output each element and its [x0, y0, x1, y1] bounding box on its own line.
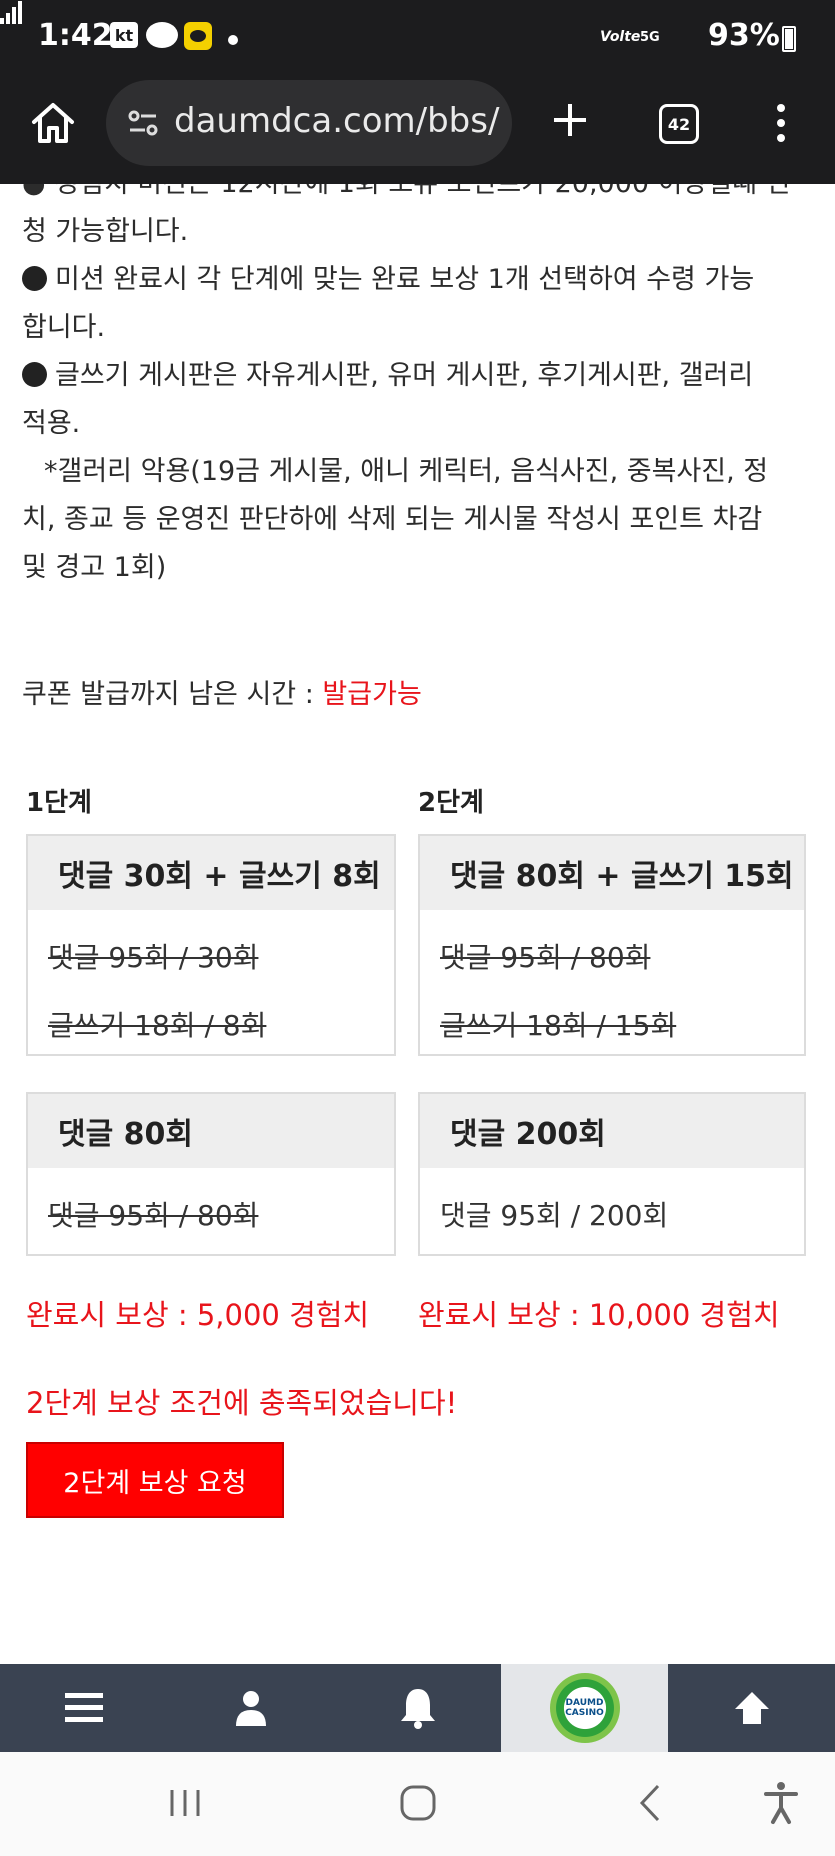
user-icon — [235, 1691, 266, 1726]
home-circle-icon — [400, 1785, 436, 1821]
daumd-casino-logo: DAUMD CASINO — [549, 1673, 620, 1743]
stage1-title: 1단계 — [26, 788, 92, 818]
menu-dot-icon — [777, 104, 785, 112]
nav-profile-button[interactable] — [167, 1664, 334, 1752]
rule-line: ● 경험치 미션은 12시간에 1회 보유 포인트가 20,000 이상일때 신 — [22, 184, 812, 208]
coupon-label: 쿠폰 발급까지 남은 시간 : — [22, 679, 323, 710]
rule-line: *갤러리 악용(19금 게시물, 애니 케릭터, 음식사진, 중복사진, 정 — [44, 456, 769, 487]
bullet-icon — [22, 362, 47, 387]
kt-carrier-icon: kt — [110, 22, 138, 48]
scroll-to-top-button[interactable] — [668, 1664, 835, 1752]
chat-notification-icon — [146, 22, 178, 48]
android-navigation-bar — [0, 1752, 835, 1856]
stage2-title: 2단계 — [418, 788, 484, 818]
back-chevron-icon — [639, 1784, 660, 1822]
android-home-button[interactable] — [393, 1778, 443, 1828]
stage1-post-progress: 글쓰기 18회 / 8회 — [48, 1009, 267, 1042]
stage1-alt-mission-header: 댓글 80회 — [28, 1094, 394, 1168]
url-text: daumdca.com/bbs/ — [174, 101, 500, 141]
stage1-mission-header: 댓글 30회 + 글쓰기 8회 — [28, 836, 394, 910]
new-tab-button[interactable] — [548, 98, 592, 142]
bullet-icon — [22, 266, 47, 291]
status-time: 1:42 — [38, 18, 113, 53]
stage1-alt-comment-progress: 댓글 95회 / 80회 — [48, 1199, 259, 1232]
status-bar: 1:42 kt Volte 5G 93% — [0, 0, 835, 80]
more-notifications-dot-icon — [228, 35, 238, 45]
stage1-comment-progress: 댓글 95회 / 30회 — [48, 941, 259, 974]
back-button[interactable] — [626, 1778, 676, 1828]
nav-menu-button[interactable] — [0, 1664, 167, 1752]
stage2-alt-mission-box: 댓글 200회 댓글 95회 / 200회 — [418, 1092, 806, 1256]
home-icon — [32, 103, 74, 143]
coupon-status: 발급가능 — [322, 679, 422, 710]
rule-line: 치, 종교 등 운영진 판단하에 삭제 되는 게시물 작성시 포인트 차감 — [22, 504, 763, 535]
hamburger-menu-icon — [64, 1693, 103, 1722]
stage2-post-progress: 글쓰기 18회 / 15회 — [440, 1009, 677, 1042]
rule-line: 미션 완료시 각 단계에 맞는 완료 보상 1개 선택하여 수령 가능 — [22, 256, 812, 304]
stage2-alt-mission-header: 댓글 200회 — [420, 1094, 804, 1168]
request-reward-button[interactable]: 2단계 보상 요청 — [26, 1442, 284, 1518]
stage1-mission-box: 댓글 30회 + 글쓰기 8회 댓글 95회 / 30회 글쓰기 18회 / 8… — [26, 834, 396, 1056]
stage2-mission-header: 댓글 80회 + 글쓰기 15회 — [420, 836, 804, 910]
rule-line: 및 경고 1회) — [22, 552, 167, 583]
stage2-comment-progress: 댓글 95회 / 80회 — [440, 941, 651, 974]
browser-toolbar: daumdca.com/bbs/ 42 — [0, 80, 835, 184]
battery-icon — [782, 26, 796, 52]
recent-apps-icon — [170, 1790, 200, 1816]
menu-dot-icon — [777, 119, 785, 127]
home-button[interactable] — [28, 98, 78, 148]
volte-indicator: Volte — [600, 29, 641, 45]
stage1-alt-mission-box: 댓글 80회 댓글 95회 / 80회 — [26, 1092, 396, 1256]
site-settings-icon[interactable] — [126, 106, 160, 140]
mission-rules: ● 경험치 미션은 12시간에 1회 보유 포인트가 20,000 이상일때 신… — [22, 184, 812, 592]
signal-strength-icon — [0, 0, 24, 24]
coupon-timer: 쿠폰 발급까지 남은 시간 : 발급가능 — [22, 672, 422, 711]
stage2-mission-box: 댓글 80회 + 글쓰기 15회 댓글 95회 / 80회 글쓰기 18회 / … — [418, 834, 806, 1056]
menu-dot-icon — [777, 134, 785, 142]
accessibility-button[interactable] — [756, 1778, 806, 1828]
site-bottom-nav: DAUMD CASINO — [0, 1664, 835, 1752]
stage2-alt-comment-progress: 댓글 95회 / 200회 — [440, 1199, 669, 1232]
network-5g-indicator: 5G — [640, 29, 660, 45]
rule-line: 글쓰기 게시판은 자유게시판, 유머 게시판, 후기게시판, 갤러리 — [22, 352, 812, 400]
rule-line: 적용. — [22, 408, 81, 439]
tab-switcher-button[interactable]: 42 — [659, 104, 699, 144]
rule-line: 청 가능합니다. — [22, 216, 189, 247]
stage1-reward: 완료시 보상 : 5,000 경험치 — [26, 1298, 370, 1332]
plus-icon — [554, 104, 586, 136]
kakao-notification-icon — [184, 22, 212, 50]
battery-percent: 93% — [708, 18, 780, 53]
accessibility-icon — [764, 1782, 798, 1824]
page-content: ● 경험치 미션은 12시간에 1회 보유 포인트가 20,000 이상일때 신… — [0, 184, 835, 1664]
browser-menu-button[interactable] — [774, 98, 788, 148]
nav-home-logo-button[interactable]: DAUMD CASINO — [501, 1664, 668, 1752]
bell-icon — [400, 1689, 435, 1729]
reward-eligible-message: 2단계 보상 조건에 충족되었습니다! — [26, 1386, 458, 1420]
stage2-reward: 완료시 보상 : 10,000 경험치 — [418, 1298, 780, 1332]
address-bar[interactable]: daumdca.com/bbs/ — [106, 80, 512, 166]
nav-notifications-button[interactable] — [334, 1664, 501, 1752]
recent-apps-button[interactable] — [160, 1778, 210, 1828]
rule-line: 합니다. — [22, 312, 106, 343]
arrow-up-icon — [734, 1692, 769, 1724]
